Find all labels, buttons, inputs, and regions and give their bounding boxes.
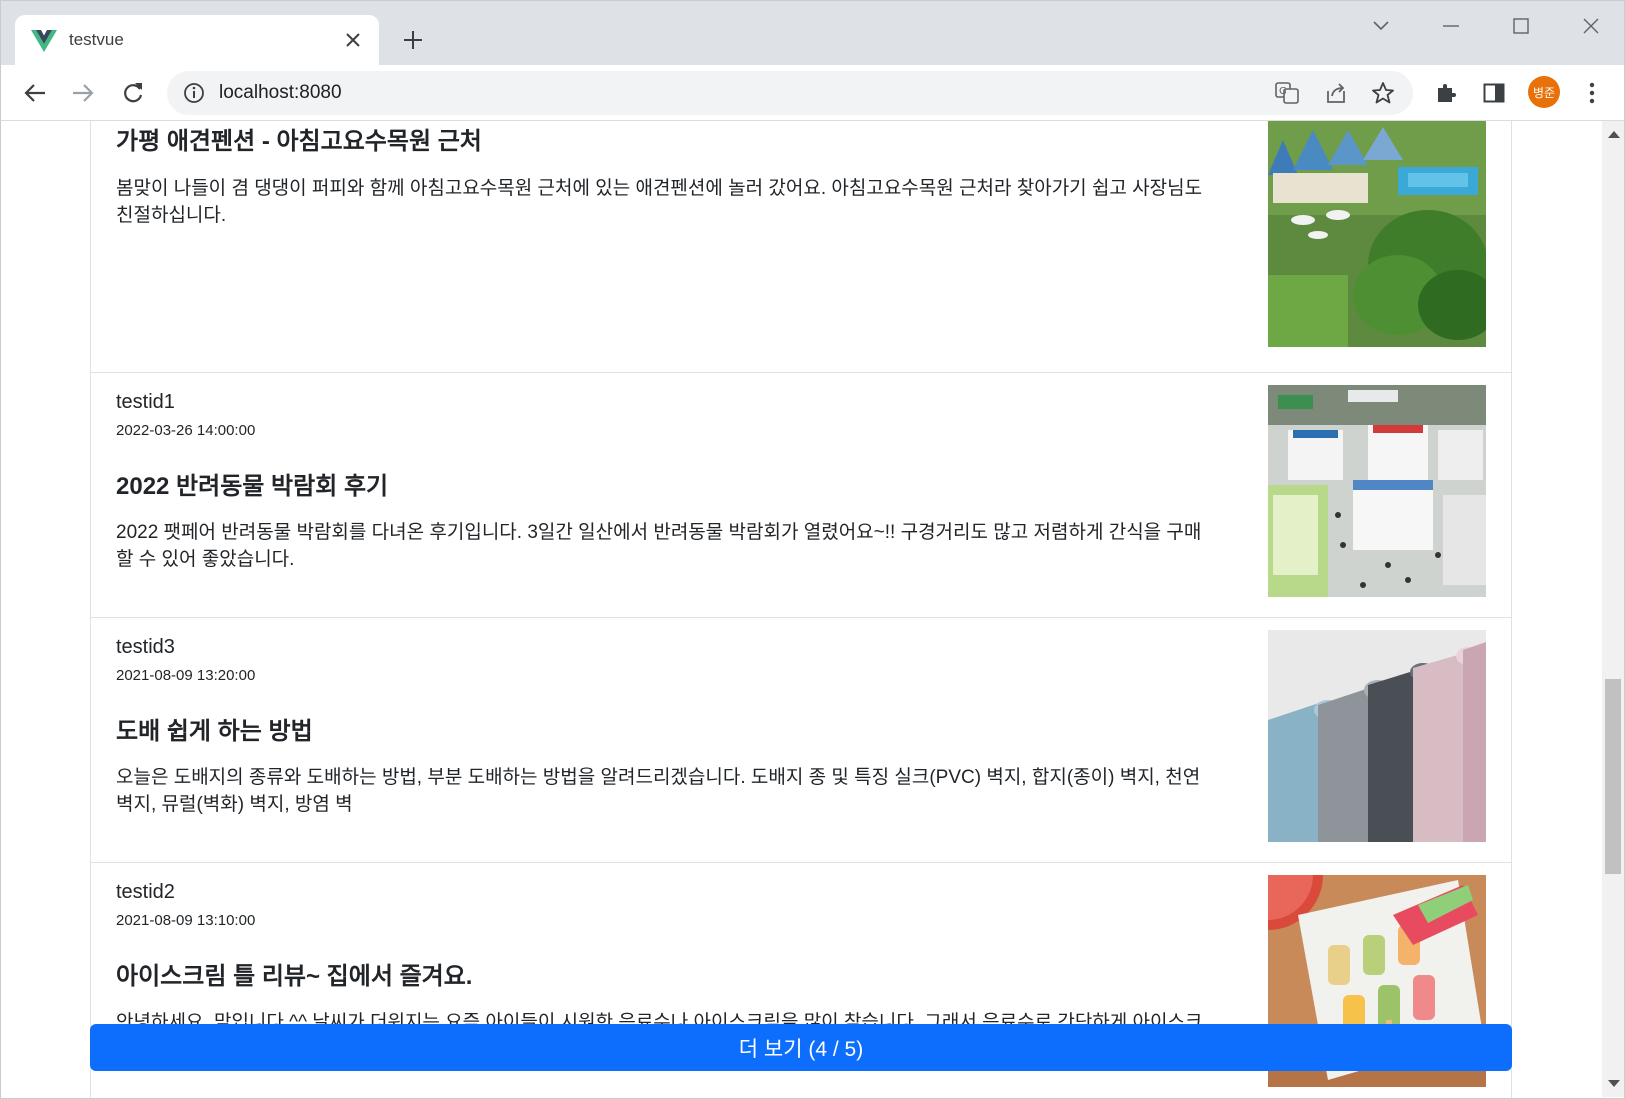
scrollbar-thumb[interactable] xyxy=(1605,679,1621,874)
post-title: 아이스크림 틀 리뷰~ 집에서 즐겨요. xyxy=(116,963,473,990)
post-date: 2021-08-09 13:20:00 xyxy=(116,667,256,684)
post-card[interactable]: 가평 애견펜션 - 아침고요수목원 근처 봄맞이 나들이 겸 댕댕이 퍼피와 함… xyxy=(91,121,1511,373)
extensions-puzzle-icon[interactable] xyxy=(1430,77,1462,109)
post-card[interactable]: testid3 2021-08-09 13:20:00 도배 쉽게 하는 방법 … xyxy=(91,618,1511,863)
browser-tab[interactable]: testvue xyxy=(15,15,379,67)
close-window-icon[interactable] xyxy=(1568,11,1614,41)
new-tab-icon[interactable] xyxy=(400,27,426,53)
side-panel-icon[interactable] xyxy=(1478,77,1510,109)
page-viewport: 가평 애견펜션 - 아침고요수목원 근처 봄맞이 나들이 겸 댕댕이 퍼피와 함… xyxy=(0,121,1625,1099)
load-more-button[interactable]: 더 보기 (4 / 5) xyxy=(90,1024,1512,1071)
minimize-icon[interactable] xyxy=(1428,11,1474,41)
profile-avatar[interactable]: 병준 xyxy=(1528,76,1560,108)
post-excerpt: 봄맞이 나들이 겸 댕댕이 퍼피와 함께 아침고요수목원 근처에 있는 애견펜션… xyxy=(116,178,1203,226)
more-menu-icon[interactable] xyxy=(1576,77,1608,109)
post-date: 2022-03-26 14:00:00 xyxy=(116,422,256,439)
site-info-icon[interactable] xyxy=(183,82,205,104)
post-title: 가평 애견펜션 - 아침고요수목원 근처 xyxy=(116,128,482,155)
browser-titlebar: testvue xyxy=(0,0,1625,67)
close-tab-icon[interactable] xyxy=(341,28,365,52)
maximize-icon[interactable] xyxy=(1498,11,1544,41)
page-scrollbar[interactable] xyxy=(1602,121,1624,1097)
post-title: 도배 쉽게 하는 방법 xyxy=(116,718,313,745)
scroll-up-arrow-icon[interactable] xyxy=(1608,131,1620,138)
post-title: 2022 반려동물 박람회 후기 xyxy=(116,473,389,500)
post-date: 2021-08-09 13:10:00 xyxy=(116,912,256,929)
share-icon[interactable] xyxy=(1324,81,1348,105)
scroll-down-arrow-icon[interactable] xyxy=(1608,1080,1620,1087)
post-card[interactable]: testid1 2022-03-26 14:00:00 2022 반려동물 박람… xyxy=(91,373,1511,618)
browser-toolbar: localhost:8080 G 병준 xyxy=(0,65,1625,121)
svg-text:G: G xyxy=(1279,86,1287,97)
post-author: testid1 xyxy=(116,391,175,413)
post-thumbnail xyxy=(1268,121,1486,347)
address-bar[interactable]: localhost:8080 G xyxy=(167,71,1413,115)
post-excerpt: 오늘은 도배지의 종류와 도배하는 방법, 부분 도배하는 방법을 알려드리겠습… xyxy=(116,767,1201,815)
tab-search-chevron-icon[interactable] xyxy=(1358,11,1404,41)
forward-arrow-icon[interactable] xyxy=(67,77,99,109)
post-thumbnail xyxy=(1268,385,1486,597)
url-text: localhost:8080 xyxy=(219,82,342,103)
reload-icon[interactable] xyxy=(117,77,149,109)
back-arrow-icon[interactable] xyxy=(19,77,51,109)
post-author: testid2 xyxy=(116,881,175,903)
post-thumbnail xyxy=(1268,630,1486,842)
tab-title: testvue xyxy=(69,30,124,49)
post-list: 가평 애견펜션 - 아침고요수목원 근처 봄맞이 나들이 겸 댕댕이 퍼피와 함… xyxy=(90,121,1512,1098)
translate-icon[interactable]: G xyxy=(1275,81,1299,105)
vue-logo-icon xyxy=(31,29,57,53)
bookmark-star-icon[interactable] xyxy=(1371,81,1395,105)
post-author: testid3 xyxy=(116,636,175,658)
post-excerpt: 2022 팻페어 반려동물 박람회를 다녀온 후기입니다. 3일간 일산에서 반… xyxy=(116,522,1202,570)
